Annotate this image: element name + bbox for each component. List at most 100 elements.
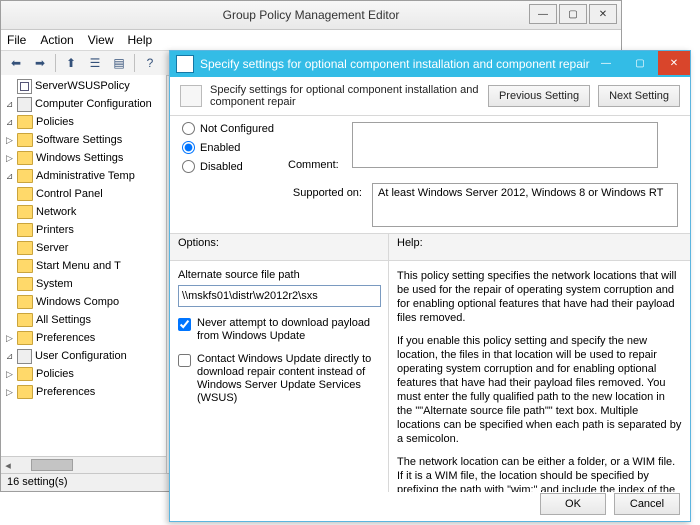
tree-item[interactable]: Control Panel	[5, 185, 166, 203]
tree-item[interactable]: ▷ Software Settings	[5, 131, 166, 149]
tree-twisty-icon[interactable]: ⊿	[5, 168, 14, 184]
previous-setting-button[interactable]: Previous Setting	[488, 85, 590, 107]
contact-wu-checkbox[interactable]	[178, 354, 191, 367]
tree-item-label: All Settings	[36, 312, 91, 328]
radio-enabled[interactable]: Enabled	[182, 141, 274, 154]
tree-item[interactable]: ▷Preferences	[5, 383, 166, 401]
tree-item[interactable]: Server	[5, 239, 166, 257]
never-download-label: Never attempt to download payload from W…	[197, 317, 380, 343]
show-hide-tree-icon[interactable]: ☰	[84, 52, 106, 74]
tree-item[interactable]: ⊿ Computer Configuration	[5, 95, 166, 113]
up-icon[interactable]: ⬆	[60, 52, 82, 74]
forward-icon[interactable]: ➡	[29, 52, 51, 74]
contact-wu-label: Contact Windows Update directly to downl…	[197, 353, 380, 405]
dialog-maximize-icon[interactable]: ▢	[624, 51, 656, 75]
help-text: This policy setting specifies the networ…	[389, 261, 690, 492]
tree-item[interactable]: ⊿ Policies	[5, 113, 166, 131]
policy-dialog: Specify settings for optional component …	[169, 50, 691, 522]
tree-item-label: Printers	[36, 222, 74, 238]
tree-item[interactable]: ⊿User Configuration	[5, 347, 166, 365]
tree-item[interactable]: ▷ Windows Settings	[5, 149, 166, 167]
back-icon[interactable]: ⬅	[5, 52, 27, 74]
tree-twisty-icon[interactable]: ▷	[5, 384, 14, 400]
tree-item[interactable]: All Settings	[5, 311, 166, 329]
folder-icon	[17, 385, 33, 399]
horizontal-scrollbar[interactable]: ◂	[1, 456, 166, 473]
close-icon[interactable]: ✕	[589, 4, 617, 24]
tree-twisty-icon[interactable]: ▷	[5, 132, 14, 148]
tree-twisty-icon[interactable]: ▷	[5, 150, 14, 166]
folder-icon	[17, 277, 33, 291]
help-icon[interactable]: ?	[139, 52, 161, 74]
tree-item[interactable]: Printers	[5, 221, 166, 239]
folder-icon	[17, 187, 33, 201]
options-header: Options:	[170, 234, 388, 261]
tree-item-label: Windows Settings	[36, 150, 123, 166]
radio-not-configured[interactable]: Not Configured	[182, 122, 274, 135]
tree-item-label: Policies	[36, 114, 74, 130]
tree-item[interactable]: ServerWSUSPolicy	[5, 77, 166, 95]
folder-icon	[17, 205, 33, 219]
minimize-icon[interactable]: —	[529, 4, 557, 24]
tree-item[interactable]: ⊿ Administrative Temp	[5, 167, 166, 185]
comment-field[interactable]	[352, 122, 658, 168]
folder-icon	[17, 259, 33, 273]
radio-disabled[interactable]: Disabled	[182, 160, 274, 173]
tree-twisty-icon[interactable]: ⊿	[5, 348, 14, 364]
tree-item[interactable]: System	[5, 275, 166, 293]
tree-twisty-icon[interactable]: ▷	[5, 330, 14, 346]
tree-item[interactable]: Start Menu and T	[5, 257, 166, 275]
cancel-button[interactable]: Cancel	[614, 493, 680, 515]
ok-button[interactable]: OK	[540, 493, 606, 515]
menu-file[interactable]: File	[7, 33, 26, 47]
folder-icon	[17, 331, 33, 345]
folder-icon	[17, 133, 33, 147]
dialog-minimize-icon[interactable]: —	[590, 51, 622, 75]
tree-item-label: Preferences	[36, 330, 95, 346]
folder-icon	[17, 295, 33, 309]
tree-item-label: Computer Configuration	[35, 96, 152, 112]
never-download-checkbox[interactable]	[178, 318, 191, 331]
dialog-titlebar[interactable]: Specify settings for optional component …	[170, 51, 690, 77]
gpme-tree-pane[interactable]: ServerWSUSPolicy⊿Computer Configuration⊿…	[1, 75, 167, 473]
folder-icon	[17, 313, 33, 327]
dialog-subtitle: Specify settings for optional component …	[210, 84, 480, 108]
tree-item-label: Policies	[36, 366, 74, 382]
tree-item[interactable]: Network	[5, 203, 166, 221]
dialog-close-icon[interactable]: ✕	[658, 51, 690, 75]
tree-item-label: Windows Compo	[36, 294, 119, 310]
tree-item-label: Start Menu and T	[36, 258, 121, 274]
tree-item-label: Administrative Temp	[36, 168, 135, 184]
tree-twisty-icon[interactable]: ▷	[5, 366, 14, 382]
gpme-titlebar[interactable]: Group Policy Management Editor — ▢ ✕	[1, 1, 621, 30]
alternate-path-label: Alternate source file path	[178, 269, 380, 281]
scrollbar-thumb[interactable]	[31, 459, 73, 471]
menu-view[interactable]: View	[88, 33, 114, 47]
tree-item-label: Server	[36, 240, 68, 256]
dialog-header: Specify settings for optional component …	[170, 77, 690, 116]
tree-item[interactable]: Windows Compo	[5, 293, 166, 311]
gpme-title: Group Policy Management Editor	[1, 1, 621, 29]
tree-twisty-icon[interactable]: ⊿	[5, 96, 14, 112]
tree-item[interactable]: ▷ Policies	[5, 365, 166, 383]
dialog-title: Specify settings for optional component …	[200, 57, 590, 71]
supported-on-value: At least Windows Server 2012, Windows 8 …	[372, 183, 678, 227]
folder-icon	[17, 241, 33, 255]
policy-header-icon	[180, 85, 202, 107]
folder-icon	[17, 169, 33, 183]
tree-twisty-icon[interactable]: ⊿	[5, 114, 14, 130]
next-setting-button[interactable]: Next Setting	[598, 85, 680, 107]
menu-help[interactable]: Help	[128, 33, 153, 47]
properties-icon[interactable]: ▤	[108, 52, 130, 74]
supported-on-label: Supported on:	[182, 183, 362, 199]
tree-item-label: System	[36, 276, 73, 292]
state-radio-group: Not Configured Enabled Disabled	[182, 122, 274, 173]
folder-icon	[17, 367, 33, 381]
folder-icon	[17, 151, 33, 165]
tree-item[interactable]: ▷ Preferences	[5, 329, 166, 347]
menu-action[interactable]: Action	[40, 33, 73, 47]
help-header: Help:	[389, 234, 690, 261]
alternate-path-input[interactable]	[178, 285, 381, 307]
maximize-icon[interactable]: ▢	[559, 4, 587, 24]
tree-item-label: Software Settings	[36, 132, 122, 148]
